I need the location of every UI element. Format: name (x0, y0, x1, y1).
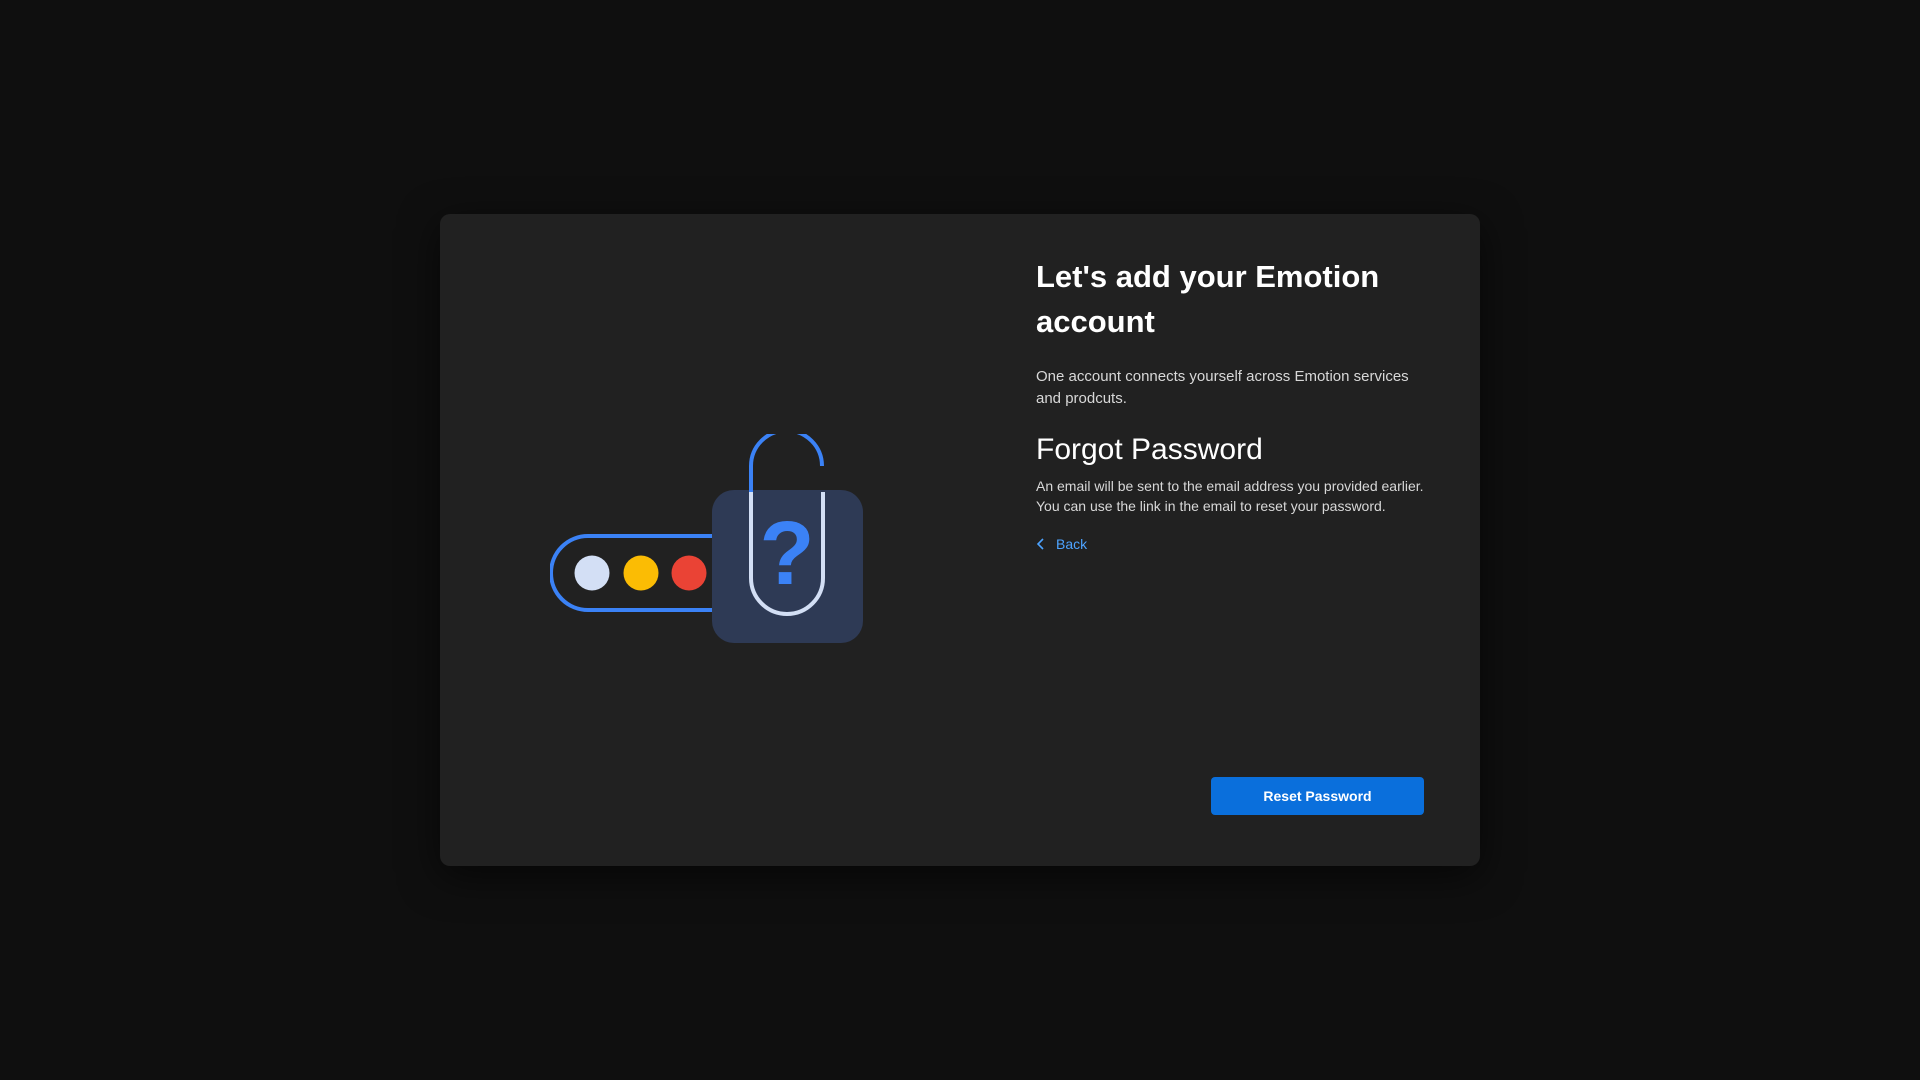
password-lock-illustration: ? (549, 428, 930, 644)
forgot-password-description: An email will be sent to the email addre… (1036, 478, 1424, 514)
padlock-shackle (749, 428, 824, 492)
password-dot-2 (623, 555, 659, 591)
dialog-title: Let's add your Emotion account (1036, 259, 1380, 339)
forgot-password-dialog: ? Let's add your Emotion account One acc… (440, 214, 1480, 866)
question-mark-icon: ? (760, 504, 815, 604)
back-link[interactable]: Back (1036, 536, 1087, 552)
back-label: Back (1056, 536, 1088, 552)
dialog-subtitle: One account connects yourself across Emo… (1036, 368, 1409, 407)
password-dot-1 (574, 555, 610, 591)
chevron-left-icon (1036, 538, 1044, 550)
password-dot-3 (671, 555, 707, 591)
dialog-content: Let's add your Emotion account One accou… (1036, 254, 1436, 555)
reset-password-button[interactable]: Reset Password (1211, 777, 1424, 815)
password-lock-icon: ? (549, 428, 863, 643)
forgot-password-heading: Forgot Password (1036, 433, 1263, 466)
